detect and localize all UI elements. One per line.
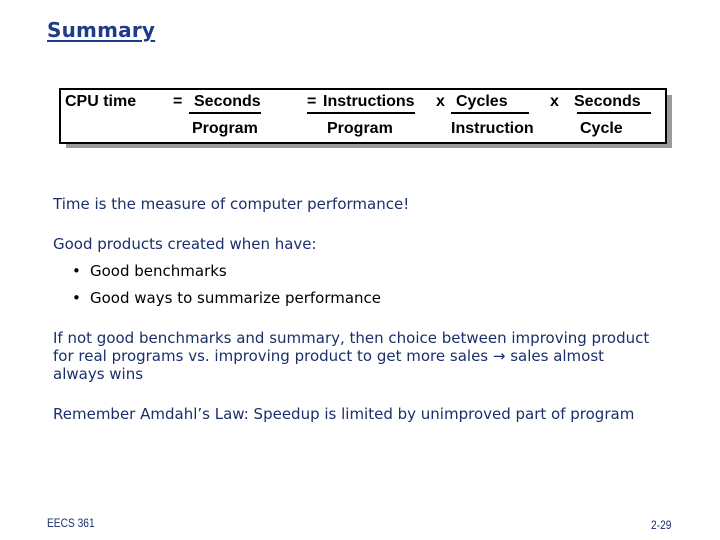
slide-title: Summary	[47, 18, 156, 42]
formula-lhs: CPU time	[65, 93, 137, 110]
benchmarks-paragraph: If not good benchmarks and summary, then…	[53, 329, 703, 383]
footer-page-number: 2-29	[651, 518, 672, 532]
formula-program-denominator: Program	[192, 120, 258, 137]
cpu-time-formula: CPU time = Seconds Program = Instruction…	[59, 88, 667, 144]
fraction-bar	[577, 112, 651, 114]
formula-program-denominator-2: Program	[327, 120, 393, 137]
bullet-icon: •	[72, 289, 81, 307]
formula-cycle-denominator: Cycle	[580, 120, 623, 137]
paragraph-line: always wins	[53, 365, 144, 383]
time-measure-statement: Time is the measure of computer performa…	[53, 195, 410, 213]
formula-times-2: x	[550, 93, 559, 110]
bullet-text: Good ways to summarize performance	[90, 289, 382, 307]
good-products-statement: Good products created when have:	[53, 235, 317, 253]
paragraph-line: for real programs vs. improving product …	[53, 347, 605, 365]
paragraph-line: If not good benchmarks and summary, then…	[53, 329, 650, 347]
bullet-item: • Good benchmarks	[72, 262, 227, 280]
formula-seconds-numerator-2: Seconds	[574, 93, 641, 110]
footer-course: EECS 361	[47, 516, 95, 530]
fraction-bar	[189, 112, 261, 114]
formula-equals-2: =	[307, 93, 317, 110]
fraction-bar	[451, 112, 529, 114]
bullet-icon: •	[72, 262, 81, 280]
formula-instructions-numerator: Instructions	[323, 93, 415, 110]
formula-equals-1: =	[173, 93, 183, 110]
bullet-text: Good benchmarks	[90, 262, 227, 280]
formula-instruction-denominator: Instruction	[451, 120, 534, 137]
amdahl-statement: Remember Amdahl’s Law: Speedup is limite…	[53, 405, 635, 423]
fraction-bar	[307, 112, 415, 114]
bullet-item: • Good ways to summarize performance	[72, 289, 381, 307]
formula-times-1: x	[436, 93, 445, 110]
formula-seconds-numerator: Seconds	[194, 93, 261, 110]
formula-cycles-numerator: Cycles	[456, 93, 508, 110]
